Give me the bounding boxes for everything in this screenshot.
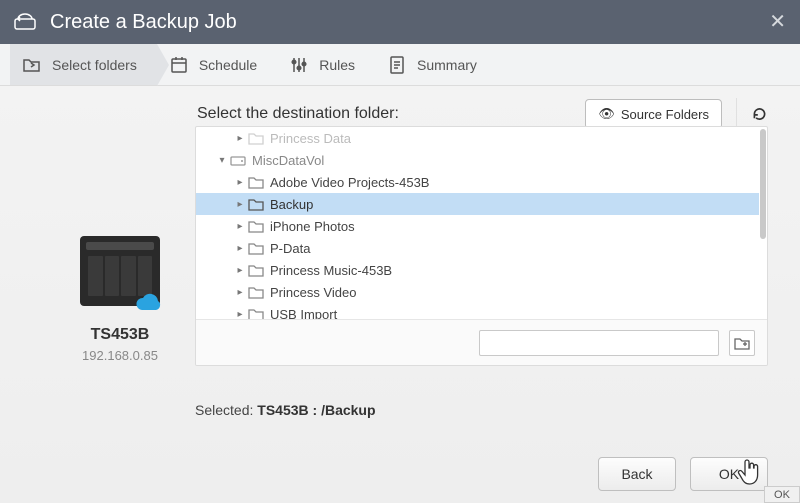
folder-label: Adobe Video Projects-453B: [270, 175, 429, 190]
dialog-body: Select the destination folder: 👁 Source …: [0, 86, 800, 503]
folder-label: iPhone Photos: [270, 219, 355, 234]
new-folder-icon: [734, 336, 750, 350]
folder-icon: [248, 285, 264, 299]
expander-icon[interactable]: ▸: [234, 265, 246, 276]
selected-path: Selected: TS453B : /Backup: [195, 402, 376, 418]
step-select-folders[interactable]: Select folders: [10, 44, 157, 85]
tree-row[interactable]: ▸ USB Import: [196, 303, 759, 319]
step-label: Summary: [417, 57, 477, 73]
selected-value: TS453B : /Backup: [257, 402, 375, 418]
step-label: Select folders: [52, 57, 137, 73]
folder-label: USB Import: [270, 307, 337, 320]
source-folders-button[interactable]: 👁 Source Folders: [585, 99, 722, 129]
folder-label: Princess Video: [270, 285, 356, 300]
tree-row[interactable]: ▸ Princess Data: [196, 127, 759, 149]
footer-buttons: Back OK: [0, 457, 800, 491]
new-folder-button[interactable]: [729, 330, 755, 356]
scrollbar-thumb[interactable]: [760, 129, 766, 239]
expander-icon[interactable]: ▾: [216, 155, 228, 166]
source-folders-label: Source Folders: [621, 107, 709, 122]
calendar-icon: [169, 55, 189, 75]
folder-label: Princess Data: [270, 131, 351, 146]
tree-row[interactable]: ▸ P-Data: [196, 237, 759, 259]
expander-icon[interactable]: ▸: [234, 199, 246, 210]
step-label: Schedule: [199, 57, 257, 73]
titlebar: Create a Backup Job ✕: [0, 0, 800, 44]
tooltip-ok: OK: [764, 486, 800, 503]
expander-icon[interactable]: ▸: [234, 221, 246, 232]
device-name: TS453B: [55, 326, 185, 344]
device-panel: TS453B 192.168.0.85: [55, 236, 185, 363]
folder-icon: [248, 307, 264, 319]
dialog-window: Create a Backup Job ✕ Select folders Sch…: [0, 0, 800, 503]
wizard-steps: Select folders Schedule Rules Summary: [0, 44, 800, 86]
folder-tree[interactable]: ▸ Princess Data ▾ MiscDataVol ▸ Adobe Vi…: [196, 127, 759, 319]
folder-icon: [248, 219, 264, 233]
backup-icon: [14, 13, 36, 31]
sliders-icon: [289, 55, 309, 75]
tree-row-selected[interactable]: ▸ Backup: [196, 193, 759, 215]
cloud-overlay-icon: [134, 288, 164, 318]
folder-icon: [248, 175, 264, 189]
folder-label: Princess Music-453B: [270, 263, 392, 278]
folder-icon: [248, 263, 264, 277]
close-icon[interactable]: ✕: [769, 12, 786, 32]
dialog-title: Create a Backup Job: [50, 11, 237, 34]
expander-icon[interactable]: ▸: [234, 243, 246, 254]
step-summary[interactable]: Summary: [375, 44, 497, 85]
path-input[interactable]: [479, 330, 719, 356]
refresh-icon: [751, 104, 768, 124]
folder-icon: [248, 241, 264, 255]
expander-icon[interactable]: ▸: [234, 133, 246, 144]
folder-icon: [248, 197, 264, 211]
document-icon: [387, 55, 407, 75]
folder-label: Backup: [270, 197, 313, 212]
device-ip: 192.168.0.85: [55, 348, 185, 363]
eye-icon: 👁: [598, 106, 615, 122]
path-bar: [196, 319, 767, 365]
step-schedule[interactable]: Schedule: [157, 44, 277, 85]
step-rules[interactable]: Rules: [277, 44, 375, 85]
drive-icon: [230, 153, 246, 167]
expander-icon[interactable]: ▸: [234, 309, 246, 320]
folder-tree-panel: ▸ Princess Data ▾ MiscDataVol ▸ Adobe Vi…: [195, 126, 768, 366]
volume-label: MiscDataVol: [252, 153, 324, 168]
folder-label: P-Data: [270, 241, 310, 256]
folders-arrow-icon: [22, 55, 42, 75]
nas-icon: [80, 236, 160, 316]
ok-button[interactable]: OK: [690, 457, 768, 491]
tree-row[interactable]: ▸ Adobe Video Projects-453B: [196, 171, 759, 193]
expander-icon[interactable]: ▸: [234, 287, 246, 298]
tree-row[interactable]: ▸ Princess Video: [196, 281, 759, 303]
back-button[interactable]: Back: [598, 457, 676, 491]
step-label: Rules: [319, 57, 355, 73]
expander-icon[interactable]: ▸: [234, 177, 246, 188]
folder-icon: [248, 131, 264, 145]
tree-row-volume[interactable]: ▾ MiscDataVol: [196, 149, 759, 171]
tree-row[interactable]: ▸ Princess Music-453B: [196, 259, 759, 281]
tree-row[interactable]: ▸ iPhone Photos: [196, 215, 759, 237]
selected-prefix: Selected:: [195, 402, 257, 418]
destination-heading: Select the destination folder:: [197, 105, 399, 123]
